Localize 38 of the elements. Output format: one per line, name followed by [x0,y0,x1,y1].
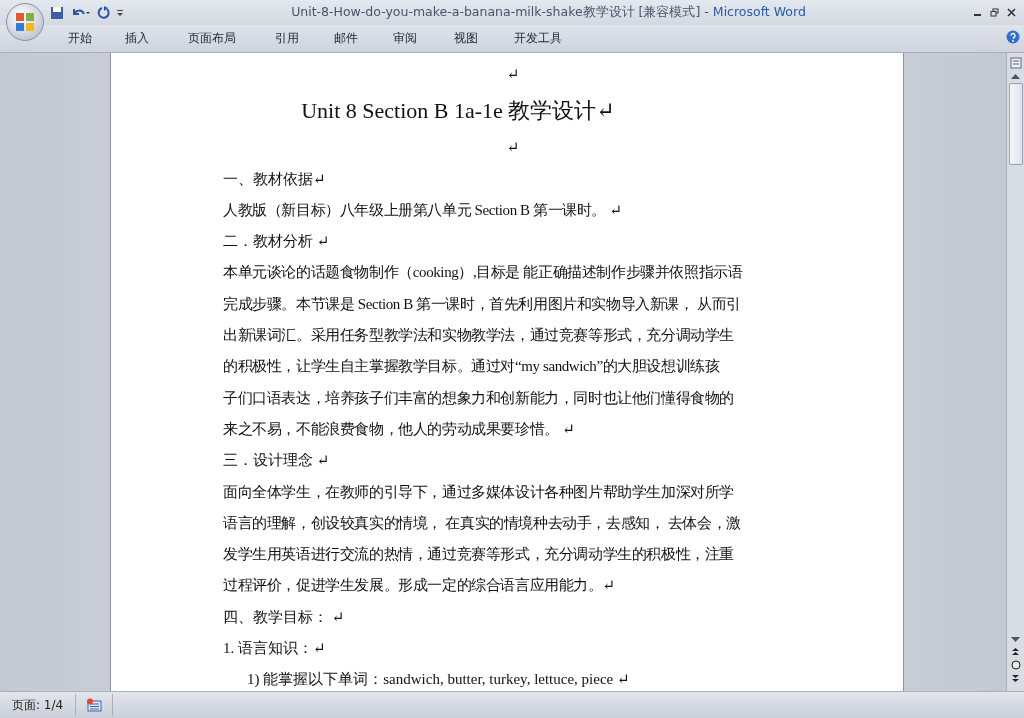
ribbon-tab[interactable]: 邮件 [316,27,376,50]
office-button[interactable] [6,3,44,41]
paragraph-mark: ↵ [505,138,521,158]
section-heading: 四、教学目标： ↵ [223,607,346,627]
document-title: Unit 8 Section B 1a-1e 教学设计↵ [300,97,616,126]
ribbon-tab[interactable]: 开始 [52,27,108,50]
ruler-toggle-icon[interactable] [1009,57,1022,69]
section-heading: 二．教材分析 ↵ [223,232,331,252]
section-heading: 1. 语言知识：↵ [223,639,327,659]
paragraph-mark: ↵ [505,65,521,84]
ribbon-tab[interactable]: 页面布局 [166,27,258,50]
ribbon-tab[interactable]: 开发工具 [498,27,578,50]
browse-object-icon[interactable] [1010,660,1021,670]
next-page-icon[interactable] [1011,674,1020,683]
save-icon[interactable] [50,5,64,20]
section-heading: 一、教材依据↵ [223,169,327,189]
customize-icon[interactable] [116,7,124,18]
ribbon-tab[interactable]: 视图 [434,27,498,50]
list-item: 1) 能掌握以下单词：sandwich, butter, turkey, lettuce, piece ↵ [246,670,631,690]
ribbon-tab[interactable]: 插入 [108,27,166,50]
window-title: Unit-8-How-do-you-make-a-banana-milk-shake教学设计 [兼容模式] - Microsoft Word [290,4,807,21]
body-paragraph: 人教版（新目标）八年级上册第八单元 Section B 第一课时。 ↵ [223,200,623,220]
scrollbar-thumb[interactable] [1008,83,1023,165]
scroll-down-icon[interactable] [1011,637,1020,643]
help-icon[interactable] [1006,30,1020,44]
close-icon[interactable] [1007,8,1016,17]
ribbon-tab[interactable]: 审阅 [376,27,434,50]
section-heading: 三．设计理念 ↵ [223,451,331,471]
office-logo-icon [15,12,35,32]
page-count[interactable]: 页面: 1/4 [0,694,77,716]
ribbon-tab[interactable]: 引用 [258,27,316,50]
macro-record-icon[interactable] [86,698,103,712]
body-paragraph: 面向全体学生，在教师的引导下，通过多媒体设计各种图片帮助学生加深对所学 语言的理解，创设较真实的情境， 在真实的情境种去动手，去感知， 去体会，激 发学生用英语进行交流的热情，通过竞赛等形式，充分调动学生的积极性，注重 过程评价，促进学生发展。形成一定的综合语言应用能力。↵ [223,482,742,596]
body-paragraph: 本单元谈论的话题食物制作（cooking）,目标是 能正确描述制作步骤并依照指示语 完成步骤。本节课是 Section B 第一课时，首先利用图片和实物导入新课， 从而引 出新课词汇。采用任务型教学法和实物教学法，通过竞赛等形式，充分调动学生 的积极性，让学生自主掌握教学目标。通过对“my sandwich”的大胆设想训练孩 子们口语表达，培养孩子们丰富的想象力和创新能力，同时也让他们懂得食物的 来之不易，不能浪费食物，他人的劳动成果要珍惜。 ↵ [223,263,744,439]
restore-icon[interactable] [990,8,999,17]
scroll-up-icon[interactable] [1011,73,1020,79]
previous-page-icon[interactable] [1011,647,1020,656]
redo-icon[interactable] [96,5,110,20]
